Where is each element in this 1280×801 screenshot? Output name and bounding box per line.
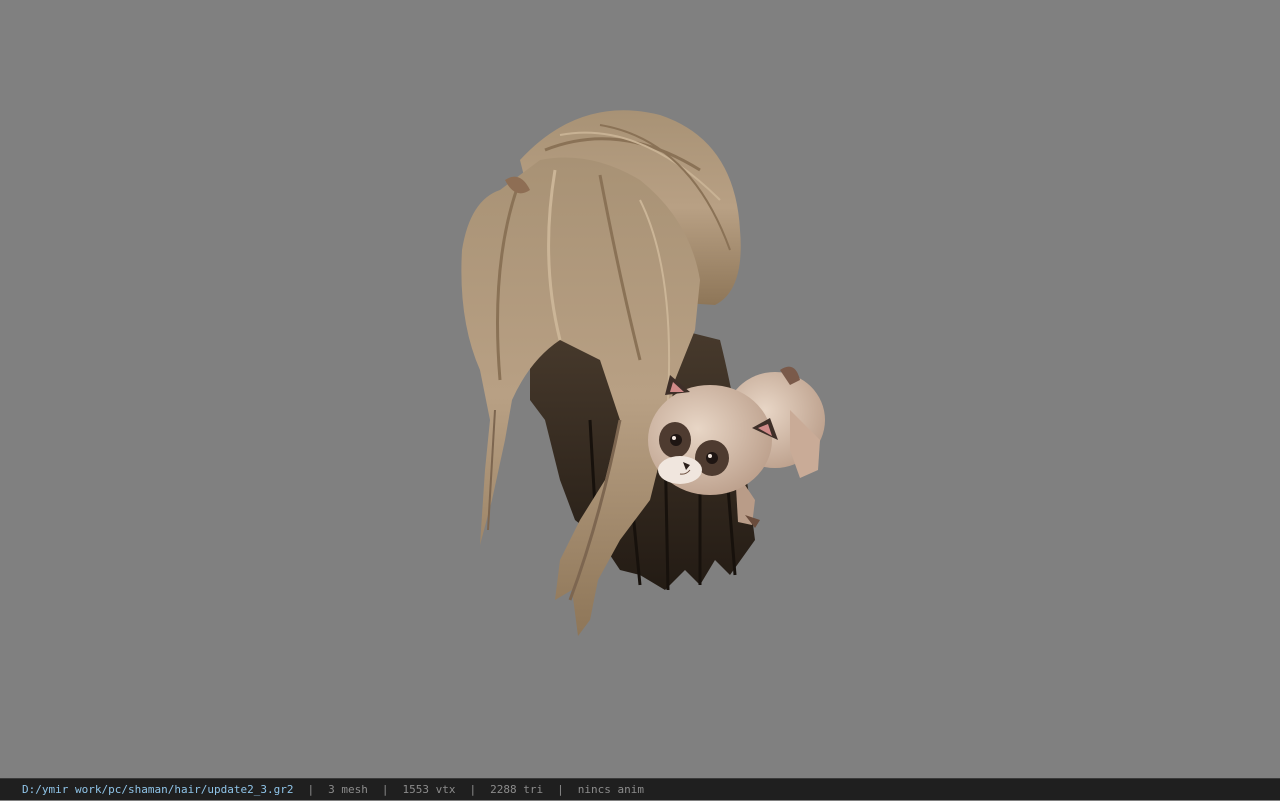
status-separator: | — [381, 783, 389, 796]
3d-viewport[interactable] — [0, 0, 1280, 778]
vertex-count: 1553 vtx — [402, 783, 456, 796]
file-path: D:/ymir work/pc/shaman/hair/update2_3.gr… — [22, 783, 294, 796]
status-separator: | — [469, 783, 477, 796]
mesh-count: 3 mesh — [328, 783, 368, 796]
status-bar: D:/ymir work/pc/shaman/hair/update2_3.gr… — [0, 778, 1280, 800]
model-render — [461, 110, 825, 636]
status-separator: | — [557, 783, 564, 796]
anim-status: nincs anim — [577, 783, 644, 796]
triangle-count: 2288 tri — [490, 783, 544, 796]
status-separator: | — [307, 783, 315, 796]
